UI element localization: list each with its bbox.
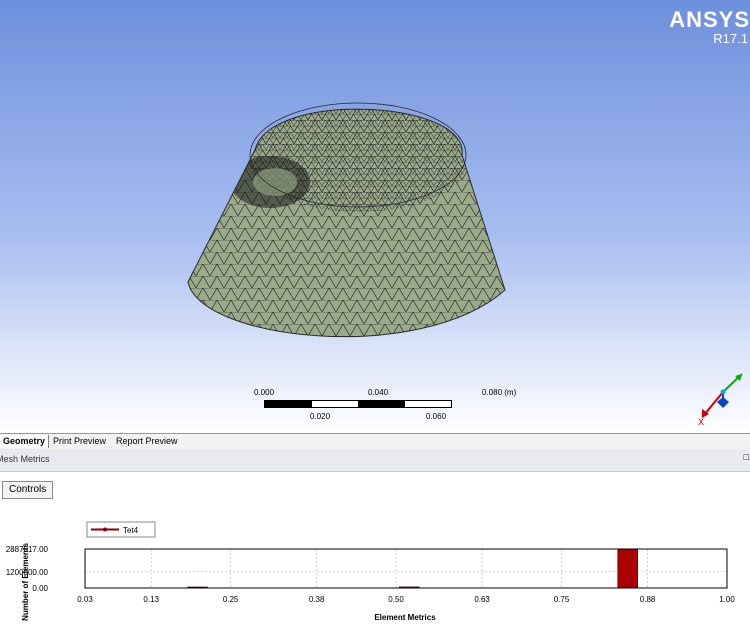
y-tick-label: 2887617.00 [6,545,49,554]
scale-label: 0.060 [426,412,447,421]
scale-label: 0.080 (m) [482,388,517,397]
x-tick-label: 1.00 [719,595,735,604]
mesh-model[interactable] [0,0,750,433]
x-axis-title: Element Metrics [374,613,436,622]
x-tick-label: 0.88 [640,595,656,604]
x-tick-label: 0.75 [554,595,570,604]
y-tick-label: 1200000.00 [6,568,49,577]
tab-geometry[interactable]: Geometry [0,435,50,448]
controls-button[interactable]: Controls [2,481,54,499]
chart-bars [187,548,638,589]
scale-bar [264,400,452,408]
tab-print-preview[interactable]: Print Preview [50,435,109,448]
x-tick-label: 0.25 [223,595,239,604]
x-tick-labels: 0.03 0.13 0.25 0.38 0.50 0.63 0.75 0.88 1.00 [77,595,735,604]
legend-entry: Tet4 [123,526,139,535]
x-tick-label: 0.63 [474,595,490,604]
x-tick-label: 0.13 [143,595,159,604]
legend-marker-icon [103,527,107,532]
axis-triad[interactable]: X [690,368,748,426]
view-tab-bar: Geometry Print Preview Report Preview [0,433,750,450]
panel-pin-icon[interactable]: □ [744,452,749,462]
tab-report-preview[interactable]: Report Preview [113,435,181,448]
x-tick-label: 0.50 [388,595,404,604]
frustum-body[interactable] [180,90,520,370]
triad-origin-icon [720,389,726,395]
y-axis-title: Number of Elements [21,543,30,621]
scale-ruler: 0.000 0.040 0.080 (m) 0.020 0.060 [250,386,530,431]
graphics-viewport[interactable]: ANSYS R17.1 0.000 0.040 0.080 (m) 0.020 … [0,0,750,433]
x-tick-label: 0.38 [309,595,325,604]
mesh-metrics-panel-header: Mesh Metrics □ [0,449,750,472]
scale-label: 0.020 [310,412,331,421]
mesh-metrics-chart[interactable]: Tet4 Number of Elements Element Metrics … [0,510,750,627]
y-tick-label: 0.00 [32,584,48,593]
scale-label: 0.040 [368,388,389,397]
x-tick-label: 0.03 [77,595,93,604]
panel-title: Mesh Metrics [0,454,50,464]
x-axis-label: X [698,417,704,426]
scale-label: 0.000 [254,388,275,397]
chart-bar [617,548,638,589]
